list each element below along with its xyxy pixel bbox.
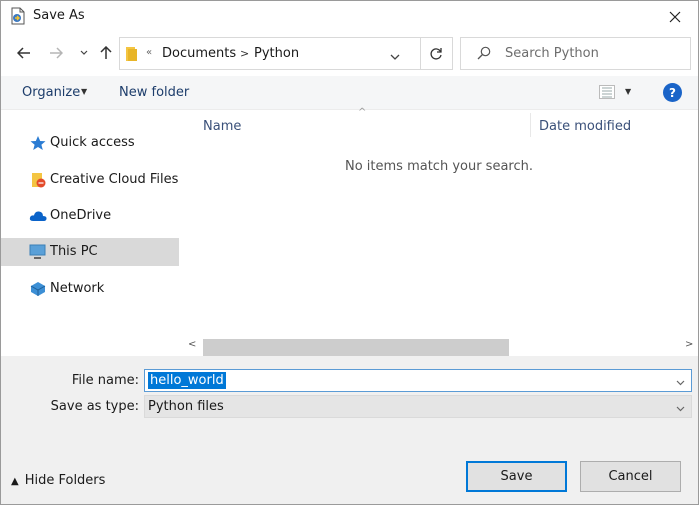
chevron-down-icon [676,380,685,386]
save-as-dialog: Save As « Documents > Python Search Pyth… [0,0,699,505]
nav-item-label: Quick access [50,135,135,150]
address-bar[interactable]: « Documents > Python [119,37,453,70]
nav-item-creative-cloud-files[interactable]: Creative Cloud Files [1,166,179,194]
column-header-date-modified[interactable]: Date modified [539,119,631,134]
scrollbar-thumb[interactable] [203,339,509,356]
empty-message: No items match your search. [344,159,533,174]
star-icon [29,135,47,151]
up-arrow-icon [100,46,112,59]
file-name-value[interactable]: hello_world [148,372,226,389]
save-as-type-dropdown-button[interactable] [676,401,685,416]
chevron-down-icon [80,50,88,55]
address-row: « Documents > Python [1,32,698,76]
save-options-panel: File name: hello_world Save as type: Pyt… [1,356,698,504]
hide-folders-button[interactable]: ▲ Hide Folders [11,473,105,488]
save-document-icon [10,7,26,25]
forward-button[interactable] [47,43,65,63]
help-button[interactable]: ? [663,83,682,102]
close-icon [669,11,681,22]
column-divider[interactable] [530,113,531,137]
address-divider [420,38,421,69]
close-button[interactable] [652,1,698,32]
up-button[interactable] [97,43,115,63]
title-bar: Save As [1,1,698,32]
computer-icon [29,244,47,260]
new-folder-button[interactable]: New folder [119,85,189,100]
nav-item-label: Creative Cloud Files [50,172,179,187]
toolbar: Organize ▼ New folder ▼ ? [1,76,698,110]
save-as-type-value: Python files [148,399,224,414]
hide-folders-label: Hide Folders [24,473,106,488]
address-dropdown-button[interactable] [390,49,400,64]
chevron-down-icon [676,406,685,412]
refresh-icon [430,48,442,60]
cancel-button[interactable]: Cancel [580,461,681,492]
nav-item-label: This PC [50,244,98,259]
organize-caret-icon: ▼ [81,87,88,96]
nav-item-onedrive[interactable]: OneDrive [1,202,179,230]
file-list-pane: ^ Name Date modified No items match your… [180,107,698,356]
back-arrow-icon [17,47,30,59]
search-icon [477,46,491,64]
chevron-down-icon [390,54,400,60]
breadcrumb-python[interactable]: Python [254,46,299,61]
organize-button[interactable]: Organize [22,85,80,100]
file-name-input[interactable]: hello_world [144,369,692,392]
horizontal-scrollbar[interactable]: < > [180,339,698,356]
file-name-dropdown-button[interactable] [676,375,685,390]
breadcrumb-separator-icon[interactable]: > [240,47,249,60]
change-view-button[interactable] [599,85,615,103]
nav-item-label: OneDrive [50,208,112,223]
creative-cloud-folder-icon [29,172,47,188]
breadcrumb-documents[interactable]: Documents [162,46,236,61]
scroll-right-icon[interactable]: > [685,339,693,350]
window-title: Save As [33,8,85,23]
chevron-up-icon: ▲ [11,476,19,487]
recent-locations-button[interactable] [75,43,93,63]
network-icon [29,281,47,297]
nav-item-label: Network [50,281,105,296]
file-name-label: File name: [71,373,139,388]
details-view-icon [599,85,615,99]
scroll-left-icon[interactable]: < [188,339,196,350]
nav-item-network[interactable]: Network [1,275,179,303]
column-header-name[interactable]: Name [203,119,241,134]
nav-item-quick-access[interactable]: Quick access [1,129,179,157]
view-options-caret-icon[interactable]: ▼ [625,87,631,96]
breadcrumb-overflow-icon: « [146,47,153,58]
search-input[interactable] [505,39,685,68]
nav-item-this-pc[interactable]: This PC [1,238,179,266]
folder-icon [125,46,139,62]
save-button[interactable]: Save [466,461,567,492]
navigation-pane: Quick access Creative Cloud Files OneDri… [1,111,180,356]
search-box[interactable] [460,37,691,70]
forward-arrow-icon [50,47,63,59]
back-button[interactable] [15,43,33,63]
sort-ascending-icon: ^ [358,107,367,118]
refresh-button[interactable] [425,43,447,65]
cloud-icon [29,208,47,224]
save-as-type-select[interactable]: Python files [144,395,692,418]
save-as-type-label: Save as type: [50,399,139,414]
